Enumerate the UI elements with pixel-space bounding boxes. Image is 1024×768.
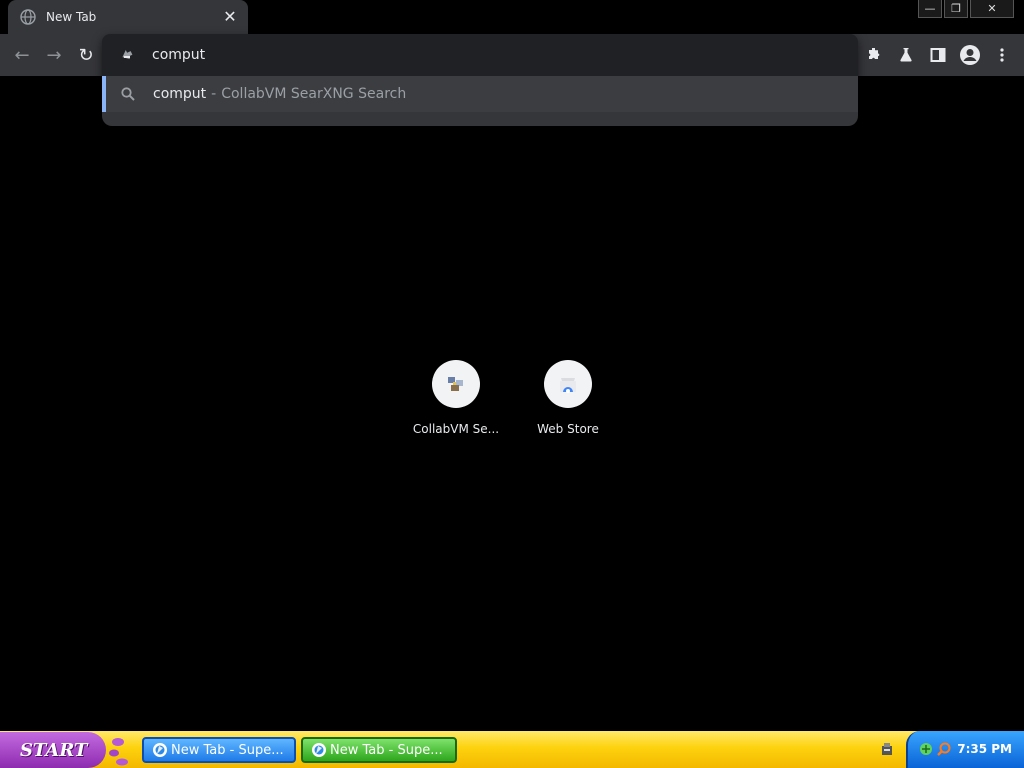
tab-title: New Tab: [46, 10, 97, 24]
web-store-icon: [560, 378, 576, 393]
reload-button[interactable]: ↻: [75, 44, 97, 66]
profile-icon[interactable]: [959, 44, 981, 66]
taskbar-button-1[interactable]: New Tab - Supe...: [142, 737, 296, 763]
menu-dots-icon[interactable]: [991, 44, 1013, 66]
window-controls: — ❐ ✕: [918, 0, 1014, 18]
browser-app-icon: [153, 743, 167, 757]
taskbar-button-label: New Tab - Supe...: [330, 742, 443, 758]
suggestion-engine: CollabVM SearXNG Search: [221, 86, 407, 102]
safely-remove-hardware-icon[interactable]: [880, 741, 894, 757]
search-engine-icon: [122, 50, 133, 60]
browser-app-icon: [312, 743, 326, 757]
clock[interactable]: 7:35 PM: [957, 742, 1012, 756]
system-tray: 7:35 PM: [906, 731, 1024, 768]
labs-flask-icon[interactable]: [895, 44, 917, 66]
shortcut-collabvm[interactable]: CollabVM Se...: [400, 360, 512, 436]
collabvm-icon: [448, 377, 463, 391]
start-button[interactable]: START: [0, 732, 106, 768]
title-bar: New Tab ✕ — ❐ ✕: [0, 0, 1024, 34]
side-panel-icon[interactable]: [927, 44, 949, 66]
shortcut-tile: [432, 360, 480, 408]
forward-button[interactable]: →: [43, 44, 65, 66]
taskbar-button-2[interactable]: New Tab - Supe...: [301, 737, 457, 763]
minimize-button[interactable]: —: [918, 0, 942, 18]
shortcut-tile: [544, 360, 592, 408]
tab-close-icon[interactable]: ✕: [222, 9, 238, 25]
extensions-icon[interactable]: [863, 44, 885, 66]
taskbar-button-label: New Tab - Supe...: [171, 742, 284, 758]
suggestion-query: comput: [153, 86, 207, 102]
omnibox-dropdown: comput - CollabVM SearXNG Search: [102, 34, 858, 126]
start-decoration-icon: [109, 738, 128, 766]
tab-new-tab[interactable]: New Tab ✕: [8, 0, 248, 34]
omnibox: [102, 34, 858, 76]
address-input[interactable]: [152, 43, 842, 67]
window-close-button[interactable]: ✕: [970, 0, 1014, 18]
suggestion-separator: -: [211, 86, 217, 102]
restore-button[interactable]: ❐: [944, 0, 968, 18]
shortcut-label: CollabVM Se...: [412, 422, 500, 436]
shortcuts-grid: CollabVM Se... Web Store: [400, 360, 624, 450]
shortcut-web-store[interactable]: Web Store: [512, 360, 624, 436]
globe-icon: [20, 9, 36, 25]
search-tray-icon[interactable]: [936, 741, 952, 757]
search-icon: [121, 87, 135, 101]
shortcut-label: Web Store: [537, 422, 599, 436]
network-icon[interactable]: [918, 741, 934, 757]
back-button[interactable]: ←: [11, 44, 33, 66]
omnibox-suggestion[interactable]: comput - CollabVM SearXNG Search: [102, 76, 858, 112]
